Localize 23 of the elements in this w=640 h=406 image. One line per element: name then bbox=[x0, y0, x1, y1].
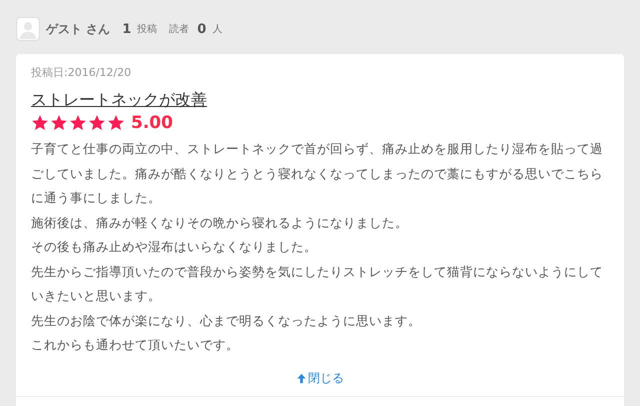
review-title[interactable]: ストレートネックが改善 bbox=[31, 90, 207, 111]
post-label: 投稿 bbox=[137, 22, 158, 36]
author-name: ゲスト さん bbox=[46, 20, 110, 38]
review-text: 先生のお陰で体が楽になり、心まで明るくなったように思います。 bbox=[31, 312, 422, 330]
close-link[interactable]: 閉じる bbox=[296, 370, 344, 386]
star-icon bbox=[50, 114, 68, 132]
post-date: 投稿日:2016/12/20 bbox=[31, 65, 132, 80]
review-text: これからも通わせて頂いたいです。 bbox=[31, 336, 240, 354]
post-count: 1 bbox=[122, 22, 132, 36]
readers-label: 読者 bbox=[169, 22, 190, 36]
star-icon bbox=[88, 114, 106, 132]
arrow-up-icon bbox=[296, 372, 307, 384]
avatar-icon bbox=[16, 17, 40, 41]
star-icon bbox=[31, 114, 49, 132]
review-text: 施術後は、痛みが軽くなりその晩から寝れるようになりました。 bbox=[31, 214, 409, 232]
star-icon bbox=[107, 114, 125, 132]
rating-score: 5.00 bbox=[131, 113, 173, 133]
reader-unit: 人 bbox=[212, 23, 222, 36]
review-text: 先生からご指導頂いたので普段から姿勢を気にしたりストレッチをして猫背にならないようにしていきたいと思います。 bbox=[31, 262, 604, 305]
review-text: 子育てと仕事の両立の中、ストレートネックで首が回らず、痛み止めを服用したり湿布を貼って過ごしていました。痛みが酷くなりとうとう寝れなくなってしまったので藁にもすがる思いでこちらに通う事にしました。 bbox=[31, 140, 604, 207]
review-text: その後も痛み止めや湿布はいらなくなりました。 bbox=[31, 238, 318, 256]
star-icon bbox=[69, 114, 87, 132]
reader-count: 0 bbox=[197, 22, 206, 36]
